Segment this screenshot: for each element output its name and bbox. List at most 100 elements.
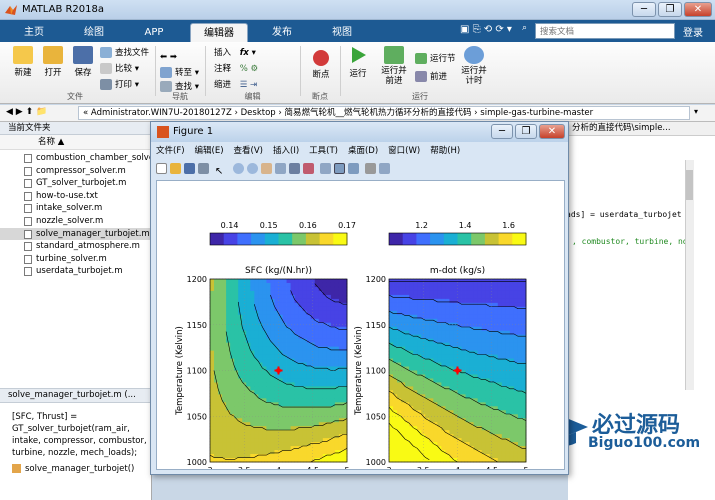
contour-cell [497, 446, 503, 451]
brush-icon[interactable] [302, 163, 314, 174]
file-item[interactable]: userdata_turbojet.m [0, 265, 152, 277]
contour-cell [238, 370, 243, 375]
figure-menu-item[interactable]: 工具(T) [309, 146, 338, 156]
figure-restore-button[interactable]: ❐ [515, 124, 537, 139]
sign-in-link[interactable]: 登录 [683, 24, 703, 39]
compare-button[interactable]: 比较 ▾ [100, 62, 139, 74]
contour-cell [493, 418, 499, 423]
restore-button[interactable]: ❐ [658, 2, 682, 17]
save-icon[interactable] [184, 163, 195, 174]
tab-publish[interactable]: 发布 [256, 23, 308, 42]
tab-apps[interactable]: APP [128, 23, 180, 42]
contour-cell [417, 370, 422, 375]
indent-button[interactable]: 缩进 ☰ ⇥ [214, 78, 257, 90]
run-time-button[interactable]: 运行并 计时 [458, 46, 490, 86]
advance-button[interactable]: 前进 [415, 70, 447, 82]
open-button[interactable]: 打开 [40, 46, 66, 78]
contour-cell [318, 394, 324, 399]
editor-tab[interactable]: 分析的直接代码\simple... [568, 122, 715, 136]
file-item[interactable]: turbine_solver.m [0, 253, 152, 265]
hide-tools-icon[interactable] [364, 163, 376, 174]
file-item[interactable]: combustion_chamber_solver.m [0, 152, 168, 164]
figure-menu-item[interactable]: 文件(F) [156, 146, 185, 156]
path-input[interactable]: « Administrator.WIN7U-20180127Z › Deskto… [78, 106, 690, 120]
run-advance-button[interactable]: 运行并 前进 [378, 46, 410, 86]
open-icon[interactable] [170, 163, 181, 174]
contour-cell [222, 282, 227, 288]
zoom-in-icon[interactable] [232, 163, 244, 174]
new-button[interactable]: 新建 [10, 46, 36, 78]
figure-menu-item[interactable]: 查看(V) [234, 146, 263, 156]
figure-close-button[interactable]: ✕ [539, 124, 565, 139]
scrollbar-thumb[interactable] [686, 170, 693, 200]
figure-window[interactable]: Figure 1 ─ ❐ ✕ 文件(F) 编辑(E) 查看(V) 插入(I) 工具(T)… [150, 121, 569, 487]
figure-menu-item[interactable]: 编辑(E) [195, 146, 224, 156]
figure-menu-item[interactable]: 插入(I) [273, 146, 299, 156]
run-section-button[interactable]: 运行节 [415, 52, 456, 64]
pan-icon[interactable] [260, 163, 272, 174]
file-item[interactable]: compressor_solver.m [0, 165, 152, 177]
dock-icon[interactable] [378, 163, 390, 174]
back-forward-buttons[interactable]: ⬅ ➡ [160, 52, 177, 62]
rotate-icon[interactable] [274, 163, 286, 174]
contour-cell [322, 354, 328, 359]
print-icon[interactable] [198, 163, 209, 174]
new-figure-icon[interactable] [156, 163, 167, 174]
search-input[interactable] [535, 23, 675, 39]
contour-cell [246, 294, 251, 300]
contour-cell [246, 370, 251, 375]
run-button[interactable]: 运行 [344, 46, 372, 79]
insert-button[interactable]: 插入 fx ▾ [214, 46, 256, 58]
figure-menu-item[interactable]: 窗口(W) [388, 146, 420, 156]
contour-cell [433, 346, 438, 352]
file-item[interactable]: standard_atmosphere.m [0, 240, 152, 252]
goto-button[interactable]: 转至 ▾ [160, 66, 199, 78]
tab-editor[interactable]: 编辑器 [190, 23, 248, 42]
figure-minimize-button[interactable]: ─ [491, 124, 513, 139]
print-button[interactable]: 打印 ▾ [100, 78, 139, 90]
contour-cell [441, 290, 446, 296]
contour-cell [234, 322, 239, 328]
colorbar-icon[interactable] [333, 163, 345, 174]
breakpoints-button[interactable]: 断点 [305, 50, 337, 80]
contour-cell [485, 350, 491, 355]
figure-menu-item[interactable]: 帮助(H) [430, 146, 460, 156]
contour-cell [334, 282, 340, 288]
contour-cell [314, 438, 320, 443]
file-item[interactable]: intake_solver.m [0, 202, 152, 214]
find-files-button[interactable]: 查找文件 [100, 46, 149, 58]
quick-access-icons[interactable]: ▣ ⎘ ⟲ ⟳ ▾ [460, 24, 512, 35]
tab-view[interactable]: 视图 [316, 23, 368, 42]
close-button[interactable]: ✕ [684, 2, 712, 17]
contour-cell [250, 454, 255, 459]
path-dropdown-icon[interactable]: ▾ [694, 107, 698, 116]
tab-plots[interactable]: 绘图 [68, 23, 120, 42]
figure-menu-item[interactable]: 桌面(D) [348, 146, 378, 156]
contour-cell [517, 442, 523, 447]
comment-button[interactable]: 注释 % ⚙ [214, 62, 258, 74]
legend-icon[interactable] [347, 163, 359, 174]
zoom-out-icon[interactable] [246, 163, 258, 174]
function-item[interactable]: solve_manager_turbojet() [12, 464, 134, 474]
name-column-header[interactable]: 名称 ▲ [0, 135, 152, 150]
run-time-label: 运行并 计时 [461, 66, 487, 86]
tab-home[interactable]: 主页 [10, 23, 58, 42]
contour-cell [330, 410, 336, 415]
contour-cell [234, 426, 239, 431]
contour-cell [501, 326, 507, 332]
file-item[interactable]: GT_solver_turbojet.m [0, 177, 152, 189]
minimize-button[interactable]: ─ [632, 2, 656, 17]
save-button[interactable]: 保存 [70, 46, 96, 78]
nav-arrows-icon[interactable]: ◀ ▶ ⬆ 📁 [6, 107, 47, 117]
file-item[interactable]: nozzle_solver.m [0, 215, 152, 227]
pointer-icon[interactable]: ↖ [215, 166, 227, 177]
contour-cell [250, 430, 255, 435]
contour-cell [338, 390, 344, 395]
contour-cell [461, 414, 466, 419]
contour-cell [437, 350, 442, 355]
contour-cell [290, 394, 296, 399]
file-item[interactable]: solve_manager_turbojet.m [0, 227, 152, 240]
link-icon[interactable] [319, 163, 331, 174]
datacursor-icon[interactable] [288, 163, 300, 174]
file-item[interactable]: how-to-use.txt [0, 190, 152, 202]
